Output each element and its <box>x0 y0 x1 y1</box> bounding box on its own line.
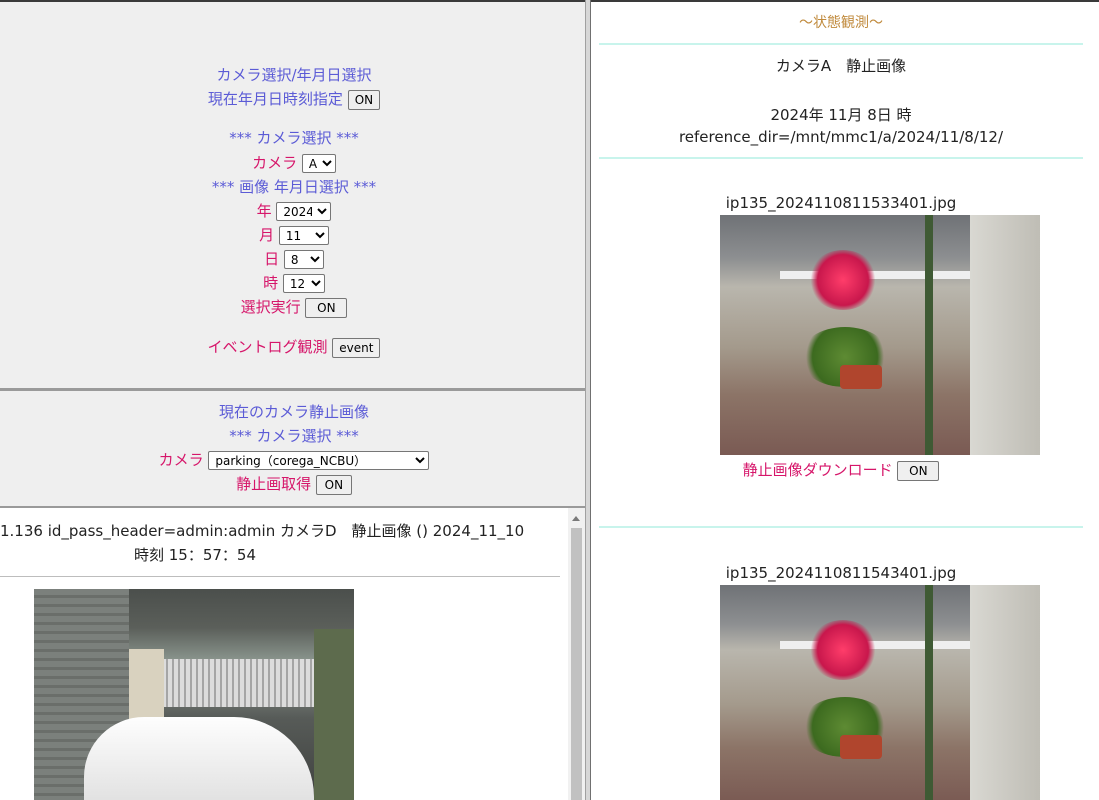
get-label: 静止画取得 <box>236 475 312 493</box>
exec-on-button[interactable]: ON <box>305 297 348 318</box>
status-title: ～状態観測～ <box>799 15 883 31</box>
palm-trunk-2 <box>925 585 933 800</box>
snapshot-image[interactable] <box>720 215 1040 455</box>
download-on-button[interactable]: ON <box>897 460 940 481</box>
month-select[interactable]: 11 <box>278 226 329 245</box>
event-button[interactable]: event <box>332 337 381 358</box>
exec-label: 選択実行 <box>240 298 301 316</box>
image-divider <box>599 526 1083 528</box>
hour-label: 時 <box>263 274 279 292</box>
download-label: 静止画像ダウンロード <box>742 461 893 479</box>
camera-label: カメラ <box>252 154 298 172</box>
current-camera-section: *** カメラ選択 *** <box>229 427 359 445</box>
live-scrollbar[interactable] <box>568 508 585 800</box>
live-header-line1: 1.136 id_pass_header=admin:admin カメラD 静止… <box>0 522 525 540</box>
white-car <box>84 717 314 800</box>
hour-select[interactable]: 12 <box>282 274 325 293</box>
palm-trunk <box>925 215 933 455</box>
gate <box>162 659 314 707</box>
pot <box>840 365 882 389</box>
status-observation-frame: ～状態観測～ カメラA 静止画像 2024年 11月 8日 時 referenc… <box>591 0 1099 800</box>
camera-select[interactable]: A <box>301 154 336 173</box>
side-wall-2 <box>970 585 1040 800</box>
ref-divider <box>599 157 1083 159</box>
current-heading: 現在のカメラ静止画像 <box>218 403 369 421</box>
day-row: 日 8 <box>0 248 588 269</box>
day-select[interactable]: 8 <box>283 250 324 269</box>
event-row: イベントログ観測 event <box>0 336 588 358</box>
live-image-frame: 1.136 id_pass_header=admin:admin カメラD 静止… <box>0 508 588 800</box>
now-row: 現在年月日時刻指定 ON <box>0 88 588 110</box>
live-header-line2: 時刻 15：57：54 <box>133 546 257 564</box>
image-filename-2: ip135_2024110811543401.jpg <box>725 564 957 582</box>
year-row: 年 2024 <box>0 200 588 221</box>
select-heading: カメラ選択/年月日選択 <box>216 66 372 84</box>
camera-image-title: カメラA 静止画像 <box>775 57 907 75</box>
current-camera-row: カメラ parking（corega_NCBU） <box>0 449 588 470</box>
image-date: 2024年 11月 8日 時 <box>770 106 912 124</box>
flower-pot <box>808 250 878 310</box>
now-label: 現在年月日時刻指定 <box>207 90 343 108</box>
download-row: 静止画像ダウンロード ON <box>591 459 1091 481</box>
tree <box>314 629 354 800</box>
parking-camera-image <box>34 589 354 800</box>
year-label: 年 <box>256 202 272 220</box>
camera-date-select-frame: カメラ選択/年月日選択 現在年月日時刻指定 ON *** カメラ選択 *** カ… <box>0 0 588 388</box>
date-section-title: *** 画像 年月日選択 *** <box>211 178 377 196</box>
current-camera-select[interactable]: parking（corega_NCBU） <box>208 451 430 470</box>
scroll-up-arrow-icon[interactable] <box>572 516 580 521</box>
current-camera-label: カメラ <box>158 451 204 469</box>
get-row: 静止画取得 ON <box>0 473 588 495</box>
month-label: 月 <box>259 226 275 244</box>
now-on-button[interactable]: ON <box>347 89 381 110</box>
month-row: 月 11 <box>0 224 588 245</box>
image-filename: ip135_2024110811533401.jpg <box>725 194 957 212</box>
camera-row: カメラ A <box>0 152 588 173</box>
side-wall <box>970 215 1040 455</box>
pot-2 <box>840 735 882 759</box>
event-label: イベントログ観測 <box>207 338 328 356</box>
reference-dir: reference_dir=/mnt/mmc1/a/2024/11/8/12/ <box>678 128 1004 146</box>
get-on-button[interactable]: ON <box>315 474 352 495</box>
year-select[interactable]: 2024 <box>276 202 332 221</box>
camera-section-title: *** カメラ選択 *** <box>229 129 359 147</box>
snapshot-image-2[interactable] <box>720 585 1040 800</box>
day-label: 日 <box>264 250 280 268</box>
current-camera-frame: 現在のカメラ静止画像 *** カメラ選択 *** カメラ parking（cor… <box>0 388 588 508</box>
scroll-thumb[interactable] <box>571 528 582 800</box>
hour-row: 時 12 <box>0 272 588 293</box>
flower-pot-2 <box>808 620 878 680</box>
exec-row: 選択実行 ON <box>0 296 588 318</box>
live-divider <box>0 576 560 577</box>
title-divider <box>599 43 1083 45</box>
